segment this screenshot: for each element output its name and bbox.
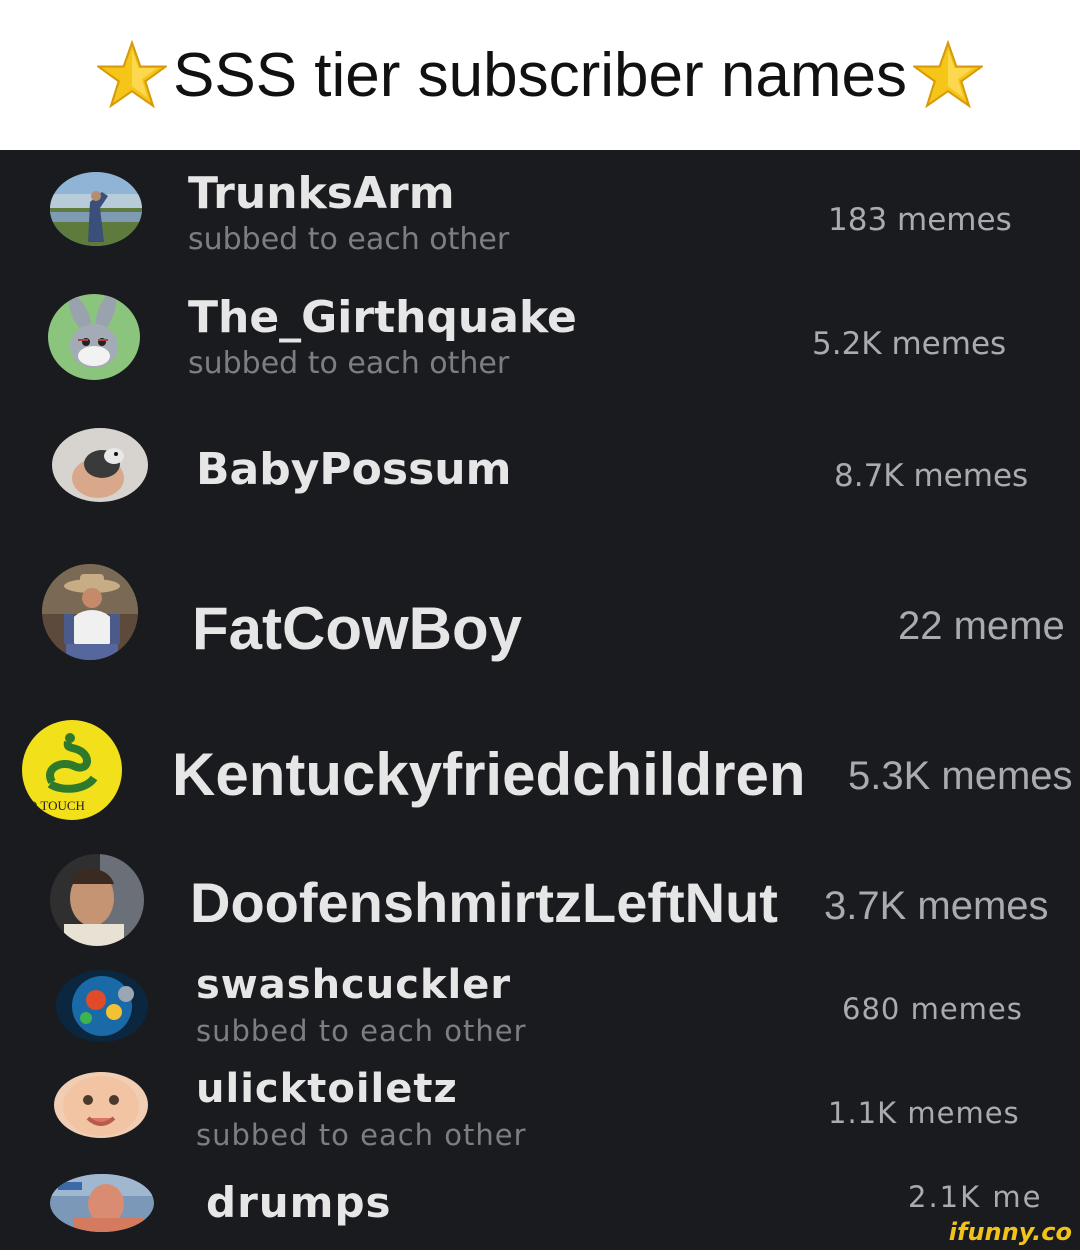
subscriber-name[interactable]: TrunksArm bbox=[188, 168, 455, 219]
subscription-status: subbed to each other bbox=[196, 1014, 527, 1048]
list-item[interactable]: FatCowBoy 22 meme bbox=[0, 560, 1080, 710]
avatar[interactable] bbox=[52, 428, 148, 502]
subscriber-name[interactable]: drumps bbox=[206, 1178, 392, 1227]
meme-title: SSS tier subscriber names bbox=[173, 40, 907, 110]
subscriber-name[interactable]: FatCowBoy bbox=[192, 594, 522, 663]
meme-count: 8.7K memes bbox=[834, 458, 1029, 494]
avatar[interactable]: O TOUCH bbox=[22, 720, 122, 820]
list-item[interactable]: ulicktoiletz subbed to each other 1.1K m… bbox=[0, 1064, 1080, 1174]
list-item[interactable]: swashcuckler subbed to each other 680 me… bbox=[0, 960, 1080, 1070]
meme-header: SSS tier subscriber names bbox=[0, 0, 1080, 150]
list-item[interactable]: TrunksArm subbed to each other 183 memes bbox=[0, 150, 1080, 280]
subscriber-name[interactable]: The_Girthquake bbox=[188, 292, 577, 343]
star-icon bbox=[912, 40, 983, 109]
subscriber-name[interactable]: swashcuckler bbox=[196, 962, 511, 1008]
avatar[interactable] bbox=[50, 172, 142, 246]
subscriber-name[interactable]: DoofenshmirtzLeftNut bbox=[190, 870, 778, 935]
subscriber-name[interactable]: BabyPossum bbox=[196, 444, 511, 495]
avatar[interactable] bbox=[50, 854, 144, 946]
subscription-status: subbed to each other bbox=[188, 346, 510, 381]
avatar-text: O TOUCH bbox=[28, 798, 85, 813]
list-item[interactable]: drumps 2.1K me bbox=[0, 1170, 1080, 1250]
meme-count: 5.2K memes bbox=[812, 326, 1007, 362]
list-item[interactable]: BabyPossum 8.7K memes bbox=[0, 420, 1080, 550]
avatar[interactable] bbox=[56, 970, 148, 1042]
subscriber-name[interactable]: ulicktoiletz bbox=[196, 1066, 458, 1112]
meme-count: 183 memes bbox=[828, 202, 1012, 238]
meme-count: 680 memes bbox=[842, 992, 1023, 1026]
subscriber-list: TrunksArm subbed to each other 183 memes… bbox=[0, 150, 1080, 1250]
watermark: ifunny.co bbox=[948, 1218, 1072, 1246]
meme-count: 5.3K memes bbox=[848, 754, 1073, 798]
meme-count: 3.7K memes bbox=[824, 884, 1049, 928]
avatar[interactable] bbox=[48, 294, 140, 380]
list-item[interactable]: DoofenshmirtzLeftNut 3.7K memes bbox=[0, 850, 1080, 960]
meme-count: 2.1K me bbox=[908, 1180, 1043, 1214]
subscription-status: subbed to each other bbox=[196, 1118, 527, 1152]
list-item[interactable]: The_Girthquake subbed to each other 5.2K… bbox=[0, 280, 1080, 410]
meme-count: 1.1K memes bbox=[828, 1096, 1020, 1130]
avatar[interactable] bbox=[42, 564, 138, 660]
avatar[interactable] bbox=[50, 1174, 154, 1232]
avatar[interactable] bbox=[54, 1072, 148, 1138]
star-icon bbox=[97, 40, 168, 109]
subscription-status: subbed to each other bbox=[188, 222, 510, 257]
list-item[interactable]: O TOUCH Kentuckyfriedchildren 5.3K memes bbox=[0, 710, 1080, 850]
meme-count: 22 meme bbox=[898, 604, 1065, 648]
subscriber-name[interactable]: Kentuckyfriedchildren bbox=[172, 740, 806, 809]
